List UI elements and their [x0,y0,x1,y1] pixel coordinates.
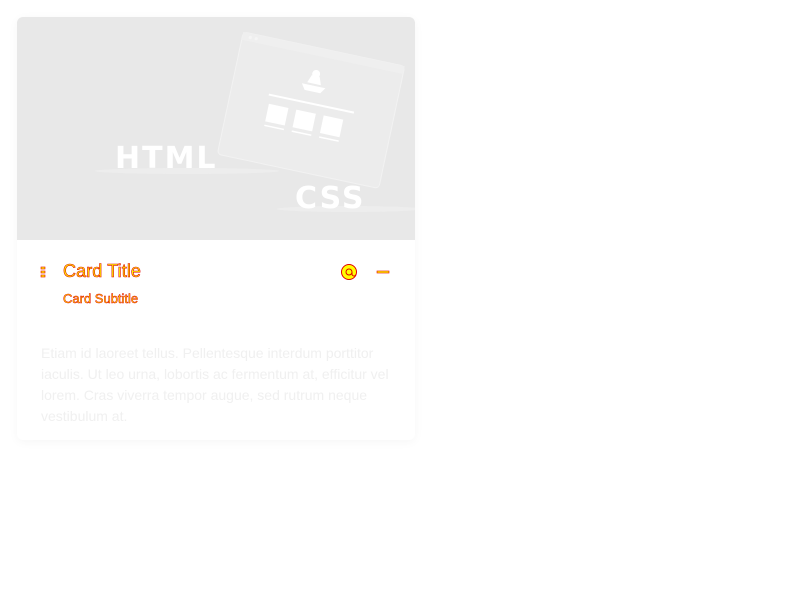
html-graphic-label: HTML [115,141,218,176]
card-title: Card Title [63,261,142,282]
css-graphic-label: CSS [295,181,365,216]
card-header: Card Title Card Subtitle [17,240,415,340]
card-media-illustration: HTML CSS [95,31,415,216]
card-body-text: Etiam id laoreet tellus. Pellentesque in… [41,345,389,424]
card: HTML CSS Card Title Card Subtitle Etiam … [17,17,415,440]
drag-handle-icon[interactable] [37,264,51,280]
more-icon[interactable] [373,263,395,281]
css-logo-graphic: CSS [277,181,415,216]
at-icon[interactable] [339,263,361,281]
mockup-graphic [217,31,405,189]
card-subtitle: Card Subtitle [63,291,139,307]
card-media: HTML CSS [17,17,415,240]
